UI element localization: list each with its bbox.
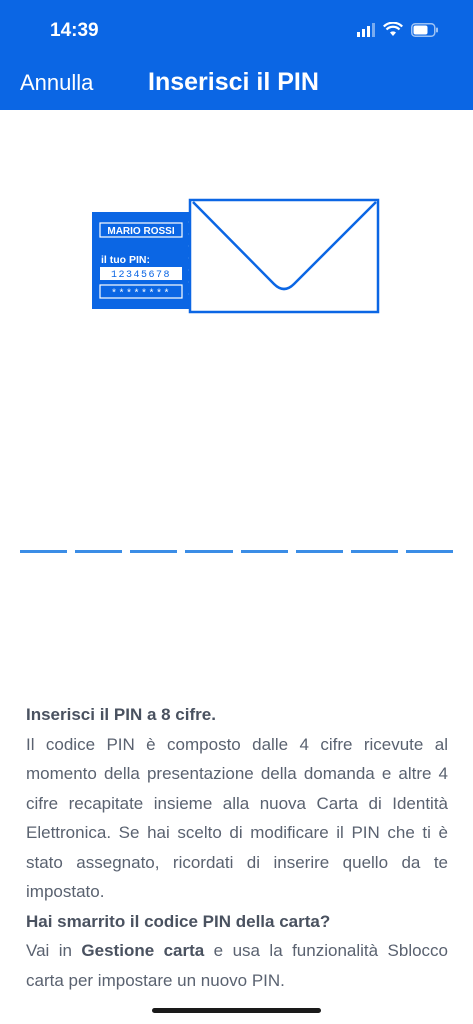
lost-pin-prefix: Vai in bbox=[26, 941, 82, 960]
slip-name-label: MARIO ROSSI bbox=[107, 226, 174, 237]
pin-letter-illustration: MARIO ROSSI il tuo PIN: 12345678 *******… bbox=[92, 198, 380, 314]
status-icons bbox=[357, 22, 439, 37]
lost-pin-text: Vai in Gestione carta e usa la funzional… bbox=[26, 936, 448, 995]
pin-input-row[interactable] bbox=[20, 550, 453, 553]
slip-pin-digits: 12345678 bbox=[111, 270, 171, 281]
pin-digit-5[interactable] bbox=[240, 550, 288, 553]
signal-icon bbox=[357, 22, 375, 37]
cancel-button[interactable]: Annulla bbox=[20, 70, 93, 96]
home-indicator[interactable] bbox=[152, 1008, 321, 1013]
slip-masked-pin: ******** bbox=[111, 288, 171, 300]
page-title: Inserisci il PIN bbox=[148, 68, 319, 96]
instructions-body: Il codice PIN è composto dalle 4 cifre r… bbox=[26, 734, 448, 902]
app-header: 14:39 Annulla Inserisci il PIN bbox=[0, 0, 473, 110]
pin-digit-2[interactable] bbox=[75, 550, 123, 553]
pin-digit-8[interactable] bbox=[405, 550, 453, 553]
envelope bbox=[188, 198, 380, 314]
pin-digit-7[interactable] bbox=[350, 550, 398, 553]
gestione-carta-link[interactable]: Gestione carta bbox=[81, 941, 204, 960]
pin-digit-3[interactable] bbox=[130, 550, 178, 553]
wifi-icon bbox=[383, 22, 403, 36]
pin-digit-4[interactable] bbox=[185, 550, 233, 553]
status-time: 14:39 bbox=[50, 20, 99, 41]
pin-digit-1[interactable] bbox=[20, 550, 68, 553]
instructions-heading: Inserisci il PIN a 8 cifre. bbox=[26, 705, 216, 724]
slip-pin-caption: il tuo PIN: bbox=[101, 254, 150, 266]
battery-icon bbox=[411, 22, 438, 37]
pin-digit-6[interactable] bbox=[295, 550, 343, 553]
instructions: Inserisci il PIN a 8 cifre. Il codice PI… bbox=[26, 700, 448, 995]
lost-pin-heading: Hai smarrito il codice PIN della carta? bbox=[26, 911, 331, 931]
